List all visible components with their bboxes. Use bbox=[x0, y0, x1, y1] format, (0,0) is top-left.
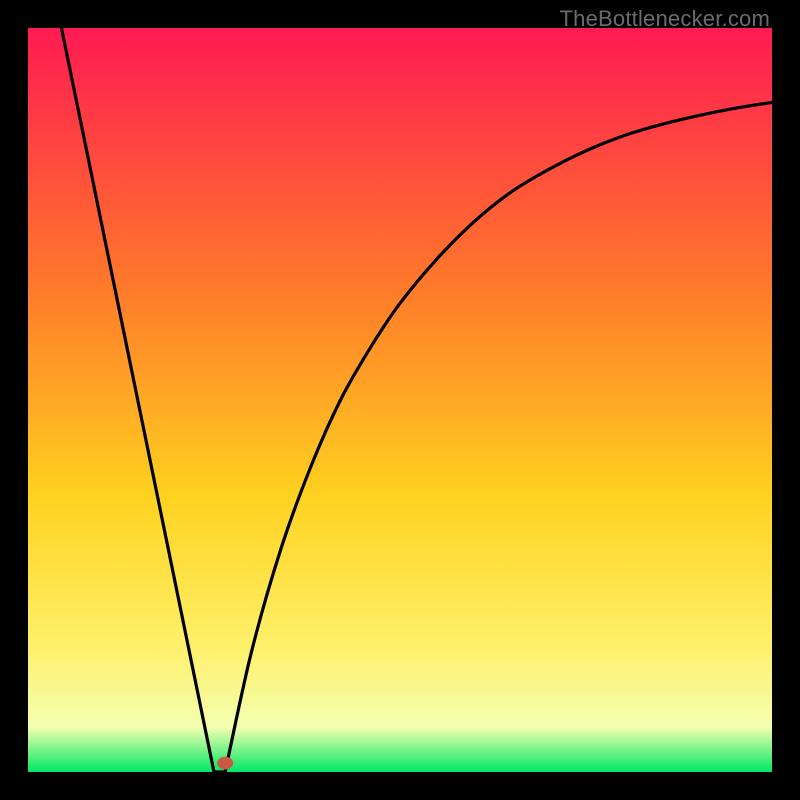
optimal-point-marker bbox=[217, 757, 233, 770]
bottleneck-plot bbox=[28, 28, 772, 772]
gradient-background bbox=[28, 28, 772, 772]
watermark-text: TheBottlenecker.com bbox=[560, 6, 770, 32]
chart-frame bbox=[28, 28, 772, 772]
marker-group bbox=[217, 757, 233, 770]
